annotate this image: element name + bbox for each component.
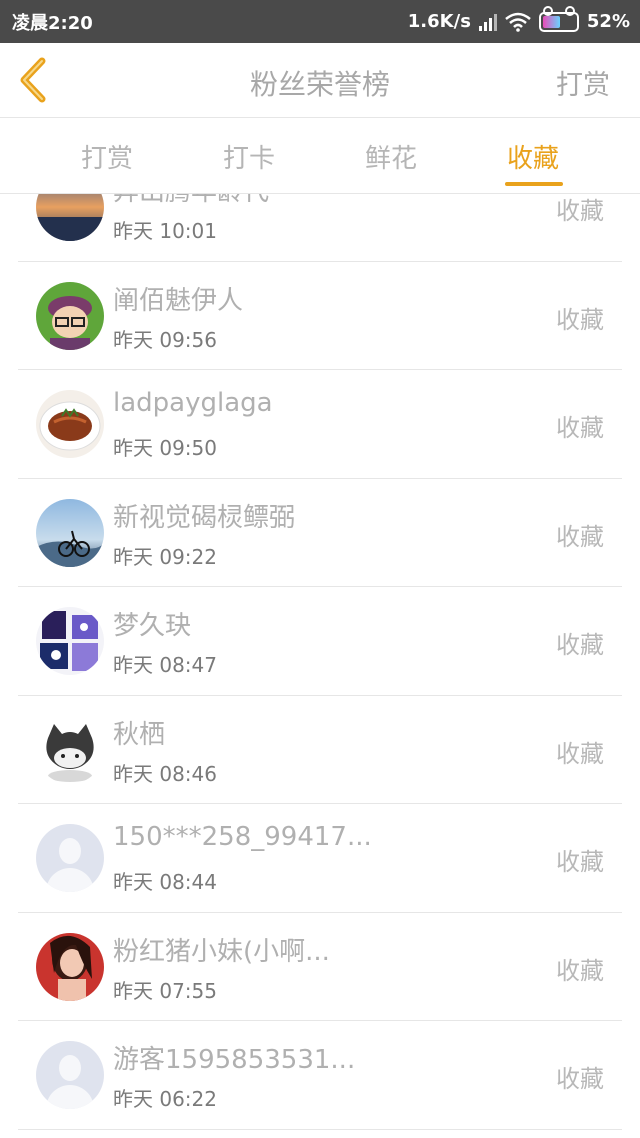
battery-fill [542, 15, 560, 28]
favorite-label: 收藏 [556, 305, 604, 334]
fan-name: 150***258_99417... [113, 822, 372, 852]
fan-list[interactable]: 异出腾年龄代 昨天 10:01 收藏 阐佰魅伊人 昨天 09:56 收藏 lad… [0, 194, 640, 1138]
favorite-label: 收藏 [556, 414, 604, 442]
list-item[interactable]: 秋栖 昨天 08:46 收藏 [18, 696, 622, 804]
list-item[interactable]: 梦久玦 昨天 08:47 收藏 [18, 587, 622, 696]
wifi-icon [505, 12, 531, 32]
nav-bar: 粉丝荣誉榜 打赏 [0, 43, 640, 118]
back-arrow-icon[interactable] [14, 55, 54, 105]
default-avatar-icon[interactable] [36, 1041, 104, 1109]
list-item[interactable]: 粉红猪小妹(小啊... 昨天 07:55 收藏 [18, 913, 622, 1021]
battery-percent: 52% [586, 11, 630, 32]
tab-checkin[interactable]: 打卡 [189, 138, 309, 175]
fan-time: 昨天 09:22 [113, 544, 217, 569]
avatar[interactable] [36, 715, 104, 784]
avatar[interactable] [36, 194, 104, 241]
favorite-label: 收藏 [556, 631, 604, 659]
favorite-label: 收藏 [556, 522, 604, 551]
favorite-label: 收藏 [556, 1065, 604, 1093]
list-item[interactable]: 新视觉碣棂鳔弼 昨天 09:22 收藏 [18, 479, 622, 587]
list-item[interactable]: 150***258_99417... 昨天 08:44 收藏 [18, 804, 622, 913]
favorite-label: 收藏 [556, 956, 604, 985]
fan-time: 昨天 08:47 [113, 653, 217, 677]
status-indicators: 1.6K/s 52% [407, 5, 630, 32]
tab-reward[interactable]: 打赏 [47, 138, 167, 175]
favorite-label: 收藏 [556, 197, 604, 225]
avatar[interactable] [36, 932, 104, 1001]
list-item[interactable]: 游客1595853531... 昨天 06:22 收藏 [18, 1021, 622, 1130]
fan-name: 阐佰魅伊人 [113, 285, 244, 316]
fan-time: 昨天 08:46 [113, 761, 217, 786]
list-item[interactable]: 阐佰魅伊人 昨天 09:56 收藏 [18, 262, 622, 370]
fan-time: 昨天 10:01 [113, 219, 217, 243]
fan-name: ladpayglaga [113, 388, 273, 418]
fan-name: 游客1595853531... [113, 1045, 356, 1075]
network-speed: 1.6K/s [407, 11, 471, 32]
favorite-label: 收藏 [556, 739, 604, 768]
avatar[interactable] [36, 607, 104, 675]
list-item[interactable]: ladpayglaga 昨天 09:50 收藏 [18, 370, 622, 479]
fan-time: 昨天 06:22 [113, 1087, 217, 1111]
tab-flowers[interactable]: 鲜花 [331, 138, 451, 175]
default-avatar-icon[interactable] [36, 824, 104, 892]
fan-name: 新视觉碣棂鳔弼 [113, 502, 296, 533]
fan-time: 昨天 09:50 [113, 436, 217, 460]
fan-name: 秋栖 [113, 719, 166, 750]
fan-name: 粉红猪小妹(小啊... [113, 936, 330, 967]
fan-name: 梦久玦 [113, 611, 192, 641]
status-time: 凌晨2:20 [12, 12, 93, 34]
tab-favorites[interactable]: 收藏 [473, 138, 593, 175]
fan-time: 昨天 07:55 [113, 978, 217, 1003]
signal-icon [478, 13, 497, 31]
page-title: 粉丝荣誉榜 [249, 68, 390, 101]
fan-time: 昨天 08:44 [113, 870, 217, 894]
avatar[interactable] [36, 281, 104, 350]
status-bar: 凌晨2:20 1.6K/s 52% [0, 0, 640, 43]
list-item[interactable]: 异出腾年龄代 昨天 10:01 收藏 [18, 194, 622, 262]
avatar[interactable] [36, 390, 104, 458]
reward-button[interactable]: 打赏 [556, 63, 610, 102]
favorite-label: 收藏 [556, 848, 604, 876]
avatar[interactable] [36, 498, 104, 567]
battery-icon [538, 5, 579, 32]
fan-time: 昨天 09:56 [113, 327, 217, 352]
fan-name: 异出腾年龄代 [113, 194, 269, 208]
active-tab-indicator [505, 182, 563, 186]
